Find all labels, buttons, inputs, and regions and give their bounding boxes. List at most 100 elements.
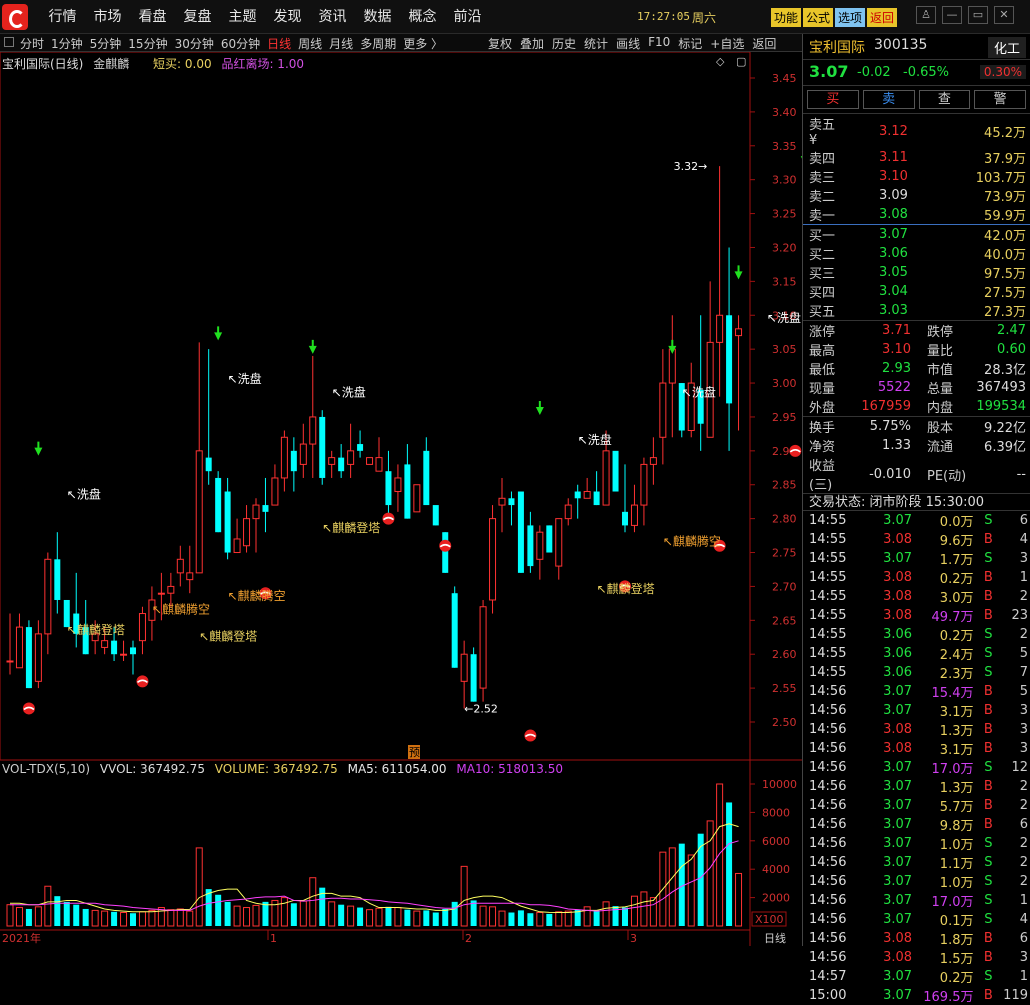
app-logo-icon[interactable]	[2, 4, 28, 30]
restore-icon[interactable]: ▭	[968, 6, 988, 24]
query-button[interactable]: 查	[918, 90, 971, 109]
period-tab[interactable]: 5分钟	[90, 35, 122, 52]
options-button[interactable]: 选项	[835, 8, 866, 27]
diamond-icon[interactable]: ◇	[716, 55, 724, 68]
buy-button[interactable]: 买	[807, 90, 859, 109]
period-tab[interactable]: 分时	[20, 35, 44, 52]
orderbook-row[interactable]: 卖五 ¥ 3.12 45.2万	[803, 114, 1030, 148]
stat-label: 换手	[809, 421, 836, 436]
tool-button[interactable]: 统计	[584, 35, 608, 52]
tick-time: 14:55	[809, 589, 847, 604]
back-button[interactable]: 返回	[867, 8, 898, 27]
menu-item[interactable]: 市场	[85, 0, 130, 34]
buy-arrow-icon	[34, 441, 43, 456]
tick-count: 3	[1019, 722, 1028, 737]
orderbook-row[interactable]: 买二 3.06 40.0万	[803, 244, 1030, 263]
tool-button[interactable]: F10	[648, 35, 670, 52]
tool-button[interactable]: 画线	[616, 35, 640, 52]
panel-toggle-icon[interactable]	[4, 37, 14, 47]
candle-body	[404, 464, 411, 519]
alert-button[interactable]: 警	[974, 90, 1026, 109]
orderbook-row[interactable]: 买一 3.07 42.0万	[803, 225, 1030, 244]
candle-body	[319, 416, 326, 478]
menu-item[interactable]: 行情	[40, 0, 85, 34]
tick-row: 14:56 3.07 17.0万 S 1	[803, 891, 1030, 910]
period-tab[interactable]: 多周期	[360, 35, 396, 52]
tool-button[interactable]: +自选	[710, 35, 744, 52]
orderbook-price: 3.08	[879, 207, 908, 222]
tool-button[interactable]: 历史	[552, 35, 576, 52]
tool-button[interactable]: 复权	[488, 35, 512, 52]
stat-label: 量比	[927, 344, 954, 359]
tool-button[interactable]: 标记	[678, 35, 702, 52]
shirt-icon[interactable]: ♙	[916, 6, 936, 24]
buy-arrow-icon	[308, 339, 317, 354]
tick-row: 14:55 3.06 2.4万 S 5	[803, 644, 1030, 663]
period-tab[interactable]: 1分钟	[51, 35, 83, 52]
menu-item[interactable]: 概念	[400, 0, 445, 34]
menu-item[interactable]: 数据	[355, 0, 400, 34]
orderbook-row[interactable]: 买四 3.04 27.5万	[803, 282, 1030, 301]
tick-price: 3.07	[883, 513, 913, 528]
stats-row: 现量 5522 总量 367493	[803, 378, 1030, 397]
orderbook-price: 3.10	[879, 169, 908, 184]
tool-button[interactable]: 返回	[752, 35, 776, 52]
indicator-name[interactable]: 金麒麟	[93, 57, 129, 71]
ma5-value: MA5: 611054.00	[347, 762, 447, 776]
period-tab[interactable]: 日线	[267, 35, 291, 52]
period-tab[interactable]: 月线	[329, 35, 353, 52]
buy-arrow-icon	[734, 265, 743, 280]
tick-volume: 0.2万	[939, 971, 974, 986]
close-icon[interactable]: ✕	[994, 6, 1014, 24]
volume-bar	[470, 900, 477, 926]
tick-count: 1	[1019, 969, 1028, 984]
period-tab[interactable]: 60分钟	[221, 35, 260, 52]
candle-body	[649, 457, 657, 465]
orderbook-volume: 40.0万	[984, 248, 1026, 263]
orderbook-row[interactable]: 卖三 3.10 103.7万	[803, 167, 1030, 186]
tick-volume: 3.1万	[939, 705, 974, 720]
volume-bar	[555, 911, 563, 927]
period-tab[interactable]: 15分钟	[128, 35, 167, 52]
volume-unit-label: X100	[755, 913, 784, 926]
tick-price: 3.06	[883, 646, 913, 661]
tick-price: 3.07	[883, 703, 913, 718]
candle-body	[252, 504, 260, 520]
volume-indicator-name[interactable]: VOL-TDX(5,10)	[2, 762, 90, 776]
tick-volume: 49.7万	[931, 610, 974, 625]
menu-item[interactable]: 看盘	[130, 0, 175, 34]
tick-row: 14:55 3.08 49.7万 B 23	[803, 606, 1030, 625]
tick-volume: 0.0万	[939, 515, 974, 530]
orderbook-row[interactable]: 卖四 3.11 37.9万	[803, 148, 1030, 167]
industry-badge[interactable]: 化工	[987, 37, 1026, 58]
orderbook-row[interactable]: 卖一 3.08 59.9万	[803, 205, 1030, 225]
menu-item[interactable]: 资讯	[310, 0, 355, 34]
stats-row: 外盘 167959 内盘 199534	[803, 397, 1030, 417]
minimize-icon[interactable]: —	[942, 6, 962, 24]
orderbook-label: 卖四	[809, 152, 836, 167]
tick-row: 14:56 3.07 3.1万 B 3	[803, 701, 1030, 720]
menu-item[interactable]: 发现	[265, 0, 310, 34]
candle-body	[517, 491, 524, 573]
tick-side: B	[983, 570, 993, 585]
candle-body	[233, 538, 241, 554]
period-tab[interactable]: 30分钟	[175, 35, 214, 52]
panel-icon[interactable]: ▢	[736, 55, 746, 68]
sell-button[interactable]: 卖	[862, 90, 915, 109]
menu-item[interactable]: 前沿	[445, 0, 490, 34]
tool-button[interactable]: 叠加	[520, 35, 544, 52]
orderbook-row[interactable]: 卖二 3.09 73.9万	[803, 186, 1030, 205]
orderbook-row[interactable]: 买五 3.03 27.3万	[803, 301, 1030, 320]
menu-item[interactable]: 主题	[220, 0, 265, 34]
chart-annotation: ↖麒麟登塔	[322, 520, 380, 535]
func-button[interactable]: 功能	[771, 8, 802, 27]
formula-button[interactable]: 公式	[803, 8, 834, 27]
period-tab[interactable]: 更多 〉	[403, 35, 443, 52]
kline-chart[interactable]: 3.453.403.353.303.253.203.153.103.053.00…	[0, 52, 802, 946]
orderbook-row[interactable]: 买三 3.05 97.5万	[803, 263, 1030, 282]
period-tab[interactable]: 周线	[298, 35, 322, 52]
short-buy-value: 短买: 0.00	[153, 57, 212, 71]
tick-time: 14:56	[809, 912, 847, 927]
orderbook-label: 买一	[809, 229, 836, 244]
menu-item[interactable]: 复盘	[175, 0, 220, 34]
